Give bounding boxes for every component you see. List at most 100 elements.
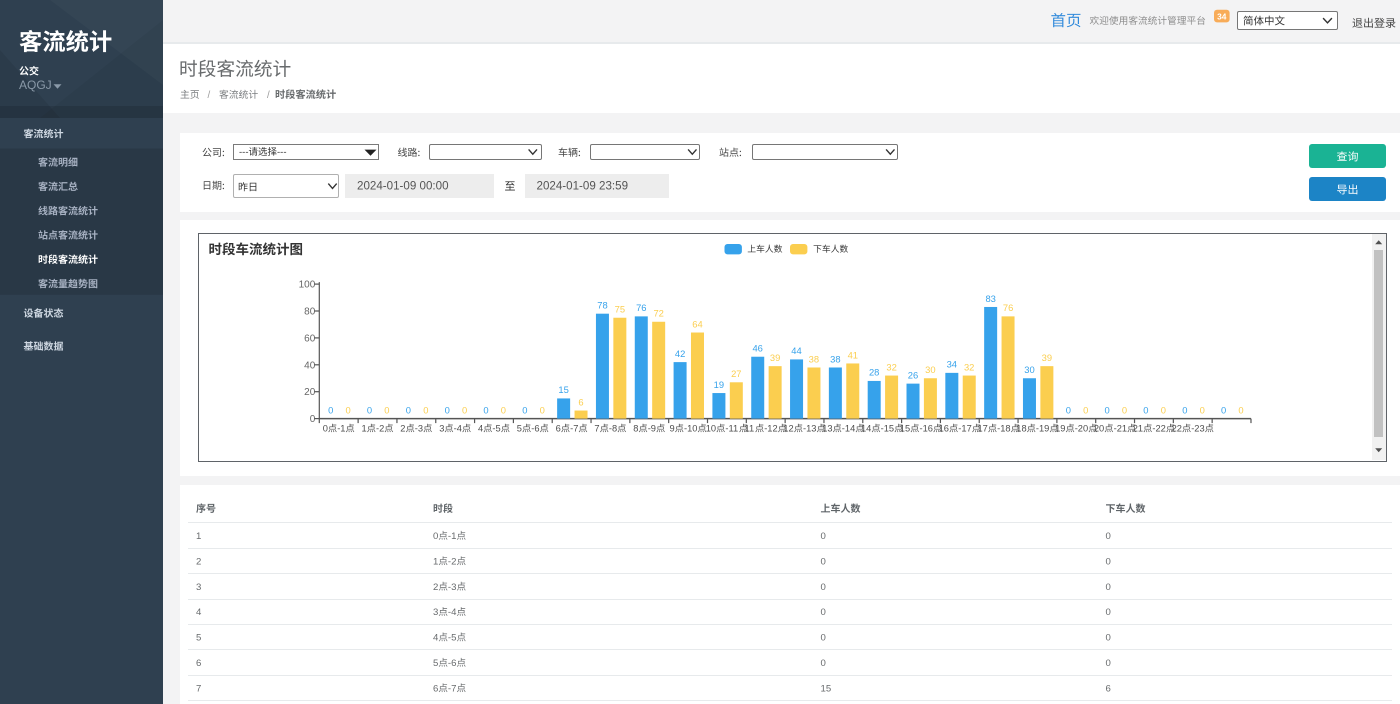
svg-text:0: 0 <box>821 633 826 644</box>
svg-text:0: 0 <box>310 414 316 425</box>
svg-text:9: 9 <box>670 424 675 434</box>
svg-text:46: 46 <box>752 343 762 354</box>
svg-text:0: 0 <box>1143 404 1148 415</box>
svg-text:0: 0 <box>821 531 826 542</box>
svg-text:-7: -7 <box>448 683 457 694</box>
svg-text:0: 0 <box>1200 404 1205 415</box>
svg-text:-21: -21 <box>1114 424 1127 434</box>
svg-text:15: 15 <box>558 384 568 395</box>
svg-text:16: 16 <box>939 424 949 434</box>
svg-text:6: 6 <box>196 658 201 669</box>
svg-text:32: 32 <box>964 361 974 372</box>
svg-text:-23: -23 <box>1191 424 1204 434</box>
svg-text:12: 12 <box>783 424 793 434</box>
svg-text:-10: -10 <box>684 424 697 434</box>
svg-text:-2: -2 <box>448 556 457 567</box>
svg-text:11: 11 <box>745 424 755 434</box>
svg-text:76: 76 <box>636 302 646 313</box>
svg-text:2024-01-09 00:00: 2024-01-09 00:00 <box>357 180 449 193</box>
svg-text:0: 0 <box>501 404 506 415</box>
svg-text:78: 78 <box>597 300 607 311</box>
svg-text:0: 0 <box>1106 556 1111 567</box>
svg-text:-18: -18 <box>997 424 1010 434</box>
svg-text:30: 30 <box>1024 364 1034 375</box>
svg-text:0: 0 <box>323 424 328 434</box>
svg-text:38: 38 <box>809 353 819 364</box>
svg-text:-15: -15 <box>881 424 894 434</box>
svg-text:80: 80 <box>304 307 316 318</box>
svg-text:6: 6 <box>1106 683 1111 694</box>
svg-text:34: 34 <box>1217 11 1227 21</box>
svg-text:0: 0 <box>445 404 450 415</box>
svg-text:0: 0 <box>1221 404 1226 415</box>
svg-text:2: 2 <box>400 424 405 434</box>
svg-text:44: 44 <box>791 345 801 356</box>
svg-text:0: 0 <box>423 404 428 415</box>
svg-text:0: 0 <box>406 404 411 415</box>
svg-text:-7: -7 <box>570 424 578 434</box>
svg-text:30: 30 <box>925 364 935 375</box>
svg-text:83: 83 <box>985 293 995 304</box>
svg-text:7: 7 <box>196 683 201 694</box>
svg-text:22: 22 <box>1172 424 1182 434</box>
svg-text:4: 4 <box>478 424 483 434</box>
svg-text:-20: -20 <box>1075 424 1088 434</box>
svg-text:4: 4 <box>196 607 202 618</box>
svg-text:0: 0 <box>1106 531 1111 542</box>
svg-text:5: 5 <box>433 658 438 669</box>
svg-text:-11: -11 <box>725 424 738 434</box>
svg-text:-5: -5 <box>492 424 500 434</box>
svg-text:19: 19 <box>714 379 724 390</box>
svg-text:19: 19 <box>1055 424 1065 434</box>
svg-text:0: 0 <box>1083 404 1088 415</box>
svg-text:3: 3 <box>439 424 444 434</box>
svg-text:-1: -1 <box>448 531 457 542</box>
svg-text:-3: -3 <box>415 424 423 434</box>
svg-text:0: 0 <box>367 404 372 415</box>
svg-text:18: 18 <box>1016 424 1026 434</box>
svg-text:8: 8 <box>633 424 638 434</box>
svg-text:-3: -3 <box>448 582 457 593</box>
svg-text:0: 0 <box>1182 404 1187 415</box>
svg-text:/: / <box>267 90 270 101</box>
svg-text:-19: -19 <box>1036 424 1049 434</box>
svg-text:21: 21 <box>1133 424 1143 434</box>
svg-text:-9: -9 <box>648 424 656 434</box>
svg-text:76: 76 <box>1003 302 1013 313</box>
svg-text:-4: -4 <box>448 607 457 618</box>
svg-text:-22: -22 <box>1152 424 1165 434</box>
svg-text:5: 5 <box>517 424 522 434</box>
svg-text:1: 1 <box>362 424 367 434</box>
svg-text:0: 0 <box>1122 404 1127 415</box>
svg-text:13: 13 <box>822 424 832 434</box>
svg-text:75: 75 <box>615 304 625 315</box>
svg-text:-16: -16 <box>920 424 933 434</box>
svg-text:34: 34 <box>947 359 957 370</box>
svg-text:1: 1 <box>196 531 201 542</box>
svg-text:32: 32 <box>886 361 896 372</box>
svg-text:17: 17 <box>978 424 988 434</box>
svg-text:2: 2 <box>196 556 201 567</box>
svg-text:-17: -17 <box>958 424 971 434</box>
svg-text:2024-01-09 23:59: 2024-01-09 23:59 <box>537 180 629 193</box>
svg-text:3: 3 <box>433 607 438 618</box>
svg-text:0: 0 <box>1106 607 1111 618</box>
svg-text:15: 15 <box>821 683 832 694</box>
svg-text:6: 6 <box>578 396 583 407</box>
svg-text:0: 0 <box>1106 658 1111 669</box>
svg-text:28: 28 <box>869 367 879 378</box>
svg-text:0: 0 <box>540 404 545 415</box>
svg-text:-5: -5 <box>448 633 457 644</box>
svg-text:AQGJ: AQGJ <box>19 78 52 92</box>
svg-text:0: 0 <box>821 582 826 593</box>
svg-text:0: 0 <box>522 404 527 415</box>
svg-text:-13: -13 <box>803 424 816 434</box>
svg-text:39: 39 <box>1042 352 1052 363</box>
svg-text:-8: -8 <box>609 424 617 434</box>
svg-text:10: 10 <box>706 424 716 434</box>
svg-text:20: 20 <box>304 387 316 398</box>
svg-text:0: 0 <box>483 404 488 415</box>
svg-text:2: 2 <box>433 582 438 593</box>
svg-text:40: 40 <box>304 360 316 371</box>
svg-text:4: 4 <box>433 633 439 644</box>
